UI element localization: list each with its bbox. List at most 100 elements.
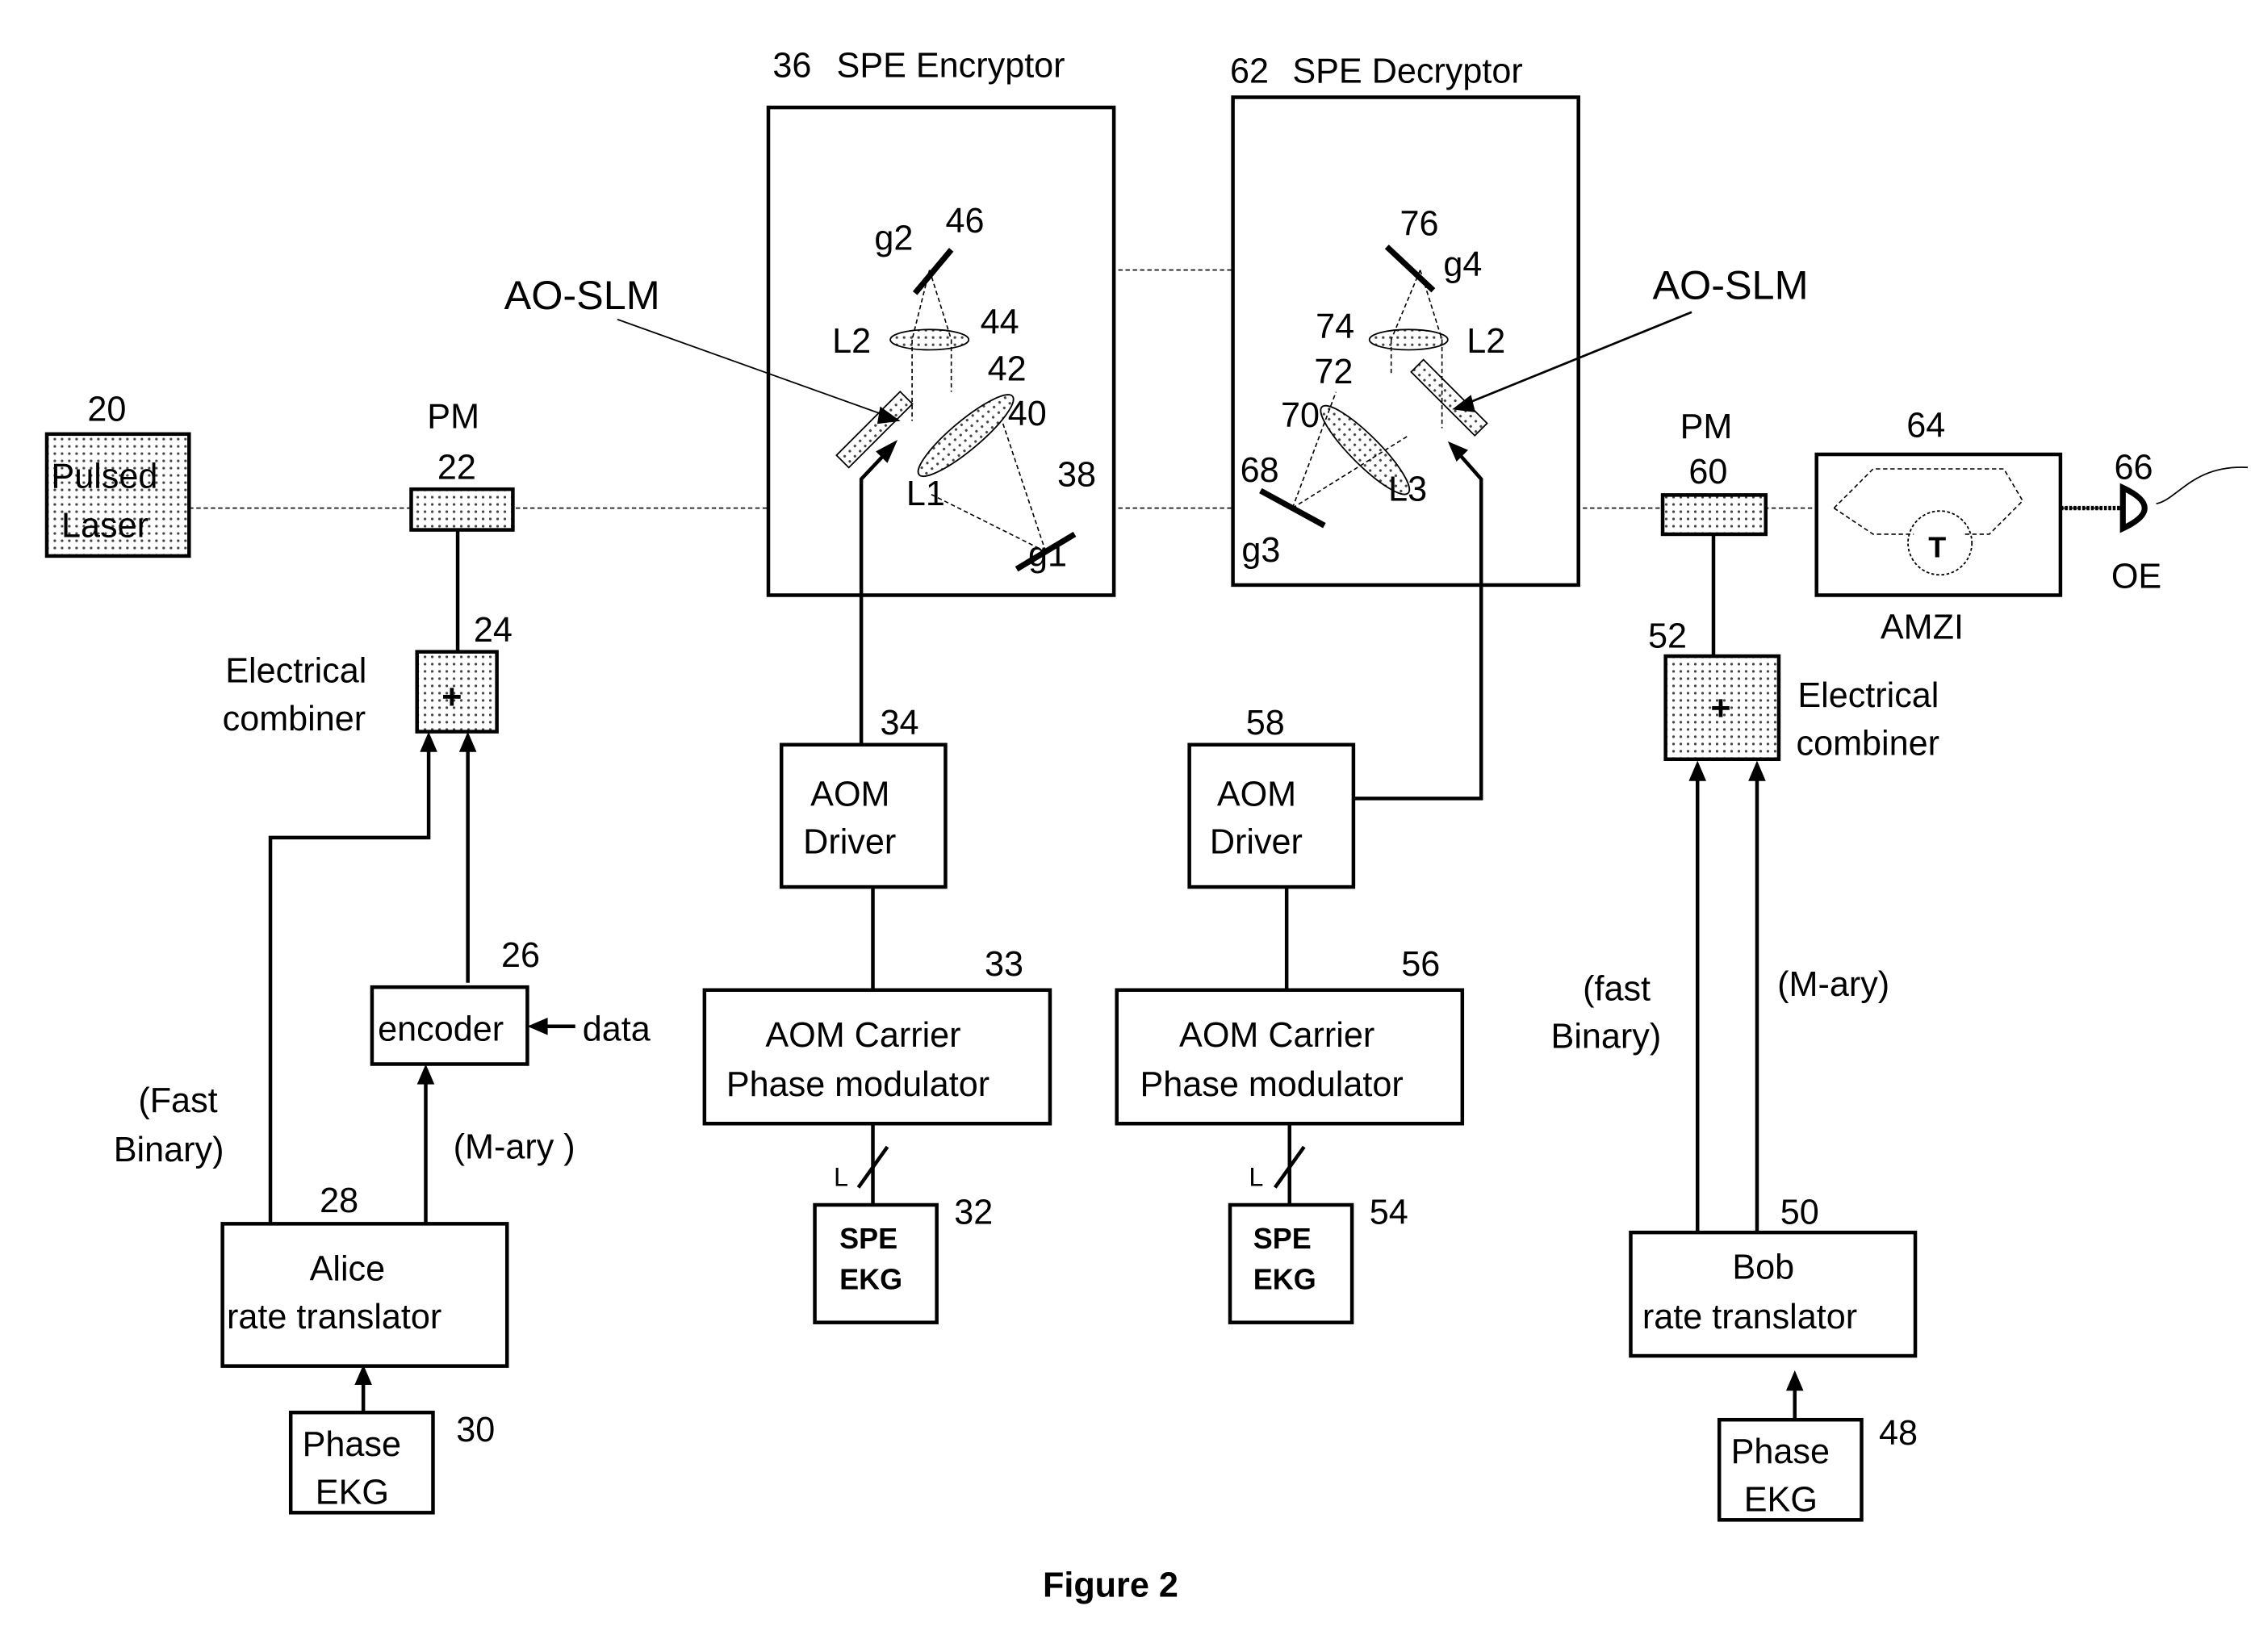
ref-38: 38 (1057, 456, 1096, 495)
translator-label-2: rate translator (227, 1298, 441, 1336)
ref-33: 33 (985, 945, 1023, 984)
ref-30: 30 (456, 1411, 495, 1449)
ref-36: 36 (772, 46, 811, 85)
pm-label-bob: PM (1680, 408, 1733, 446)
arrow-icon (1748, 760, 1766, 781)
arrow-icon (420, 731, 437, 752)
g3-label: g3 (1241, 531, 1280, 570)
spe-ekg-label-2: EKG (839, 1262, 902, 1295)
bob-translator-label-2: rate translator (1642, 1298, 1857, 1336)
detector-icon (2119, 483, 2148, 533)
data-input-label: data (583, 1010, 651, 1049)
arrow-icon (416, 1064, 435, 1085)
encoder: encoder 26 data (370, 936, 651, 1223)
m-ary-label-bob: (M-ary) (1777, 965, 1889, 1004)
spe-encryptor: 36 SPE Encryptor 38 g1 L1 40 42 L2 44 g2… (766, 46, 1116, 597)
figure-canvas: 20 Pulsed Laser PM 22 + 24 Electrical co… (44, 46, 2248, 1605)
aom-driver-label-right: AOM (1217, 775, 1296, 813)
g1-label: g1 (1028, 536, 1067, 575)
oe-label: OE (2111, 558, 2161, 596)
l2-label-decryptor: L2 (1466, 322, 1505, 361)
aom-carrier-label-right-2: Phase modulator (1140, 1065, 1403, 1104)
bob-phase-ekg-label-2: EKG (1744, 1481, 1818, 1520)
ref-46: 46 (945, 202, 984, 240)
spe-ekg-right: SPE EKG 54 (1228, 1193, 1408, 1324)
alice-rate-translator: 28 Alice rate translator (220, 1181, 509, 1412)
ref-60: 60 (1688, 453, 1727, 491)
ref-76: 76 (1400, 204, 1438, 243)
ref-52: 52 (1648, 617, 1687, 655)
bus-label: L (834, 1163, 848, 1192)
aom-driver-label: AOM (810, 775, 889, 813)
aom-carrier-label: AOM Carrier (765, 1016, 960, 1055)
ref-66: 66 (2114, 449, 2153, 487)
fast-binary-label-2: Binary) (114, 1131, 224, 1169)
bob-phase-ekg-label: Phase (1731, 1432, 1830, 1471)
electrical-combiner-bob: + 52 Electrical combiner (1648, 617, 1940, 1232)
combiner-label-bob: Electrical (1797, 676, 1939, 715)
ref-26: 26 (501, 936, 540, 975)
combiner-label-2: combiner (223, 700, 366, 738)
ref-44: 44 (981, 303, 1019, 342)
ref-24: 24 (474, 611, 513, 650)
fast-binary-label-bob: (fast (1583, 969, 1651, 1008)
ref-28: 28 (320, 1181, 358, 1220)
amzi-label: AMZI (1881, 608, 1964, 646)
l2-label: L2 (832, 322, 871, 361)
arrow-icon (527, 1017, 548, 1035)
spe-ekg-label-right-2: EKG (1253, 1262, 1316, 1295)
aom-carrier-left: 33 AOM Carrier Phase modulator L (702, 945, 1052, 1205)
l3-label: L3 (1388, 471, 1427, 509)
amzi: 64 AMZI T (1814, 406, 2063, 646)
phase-ekg-label-2: EKG (316, 1474, 389, 1512)
fast-binary-label-bob-2: Binary) (1551, 1018, 1662, 1056)
ref-64: 64 (1906, 406, 1945, 445)
ref-32: 32 (954, 1193, 993, 1232)
ref-72: 72 (1314, 353, 1353, 391)
ref-70: 70 (1281, 396, 1320, 435)
arrow-icon (1785, 1370, 1804, 1391)
decryptor-title: SPE Decryptor (1292, 52, 1522, 91)
arrow-icon (458, 731, 477, 752)
pulsed-laser: 20 Pulsed Laser (44, 391, 191, 558)
ref-48: 48 (1879, 1414, 1918, 1453)
spe-ekg-label: SPE (839, 1222, 897, 1255)
arrow-icon (1688, 760, 1707, 781)
m-ary-label: (M-ary ) (454, 1127, 575, 1166)
ref-34: 34 (881, 704, 919, 742)
encoder-label: encoder (378, 1010, 504, 1049)
delay-label: T (1928, 531, 1946, 564)
ref-54: 54 (1370, 1193, 1408, 1232)
bob-translator-label: Bob (1732, 1248, 1794, 1287)
ref-42: 42 (988, 349, 1027, 388)
pulsed-laser-label: Pulsed (51, 457, 157, 496)
lens-l2 (889, 328, 970, 351)
plus-icon: + (441, 678, 462, 717)
combiner-label: Electrical (225, 651, 366, 690)
lens-l2-decryptor (1368, 328, 1449, 351)
plus-icon-bob: + (1710, 689, 1730, 728)
aom-carrier-label-2: Phase modulator (726, 1065, 990, 1104)
bus-label-right: L (1249, 1163, 1263, 1192)
bob-rate-translator: 50 Bob rate translator (1629, 1193, 1918, 1419)
spe-decryptor: 62 SPE Decryptor 68 g3 L3 70 72 L2 74 76… (1230, 52, 1580, 588)
spe-ekg-left: SPE EKG 32 (813, 1193, 993, 1324)
fast-binary-label: (Fast (138, 1081, 217, 1120)
figure-title: Figure 2 (1043, 1566, 1178, 1605)
spe-ekg-label-right: SPE (1253, 1222, 1312, 1255)
ref-56: 56 (1401, 945, 1440, 984)
combiner-label-bob-2: combiner (1797, 724, 1940, 763)
aom-driver-label-right-2: Driver (1210, 823, 1303, 862)
encryptor-title: SPE Encryptor (837, 46, 1065, 85)
ao-slm-label-right: AO-SLM (1652, 262, 1808, 308)
bob-phase-ekg: Phase EKG 48 (1717, 1414, 1918, 1522)
ref-22: 22 (437, 449, 476, 487)
pulsed-laser-label-2: Laser (61, 507, 149, 546)
g2-label: g2 (874, 219, 913, 257)
ref-62: 62 (1230, 52, 1269, 91)
ref-58: 58 (1246, 704, 1285, 742)
l1-label: L1 (906, 475, 945, 513)
ao-slm-label-left: AO-SLM (504, 272, 660, 318)
aom-driver-label-2: Driver (803, 823, 896, 862)
ref-40: 40 (1008, 395, 1047, 433)
